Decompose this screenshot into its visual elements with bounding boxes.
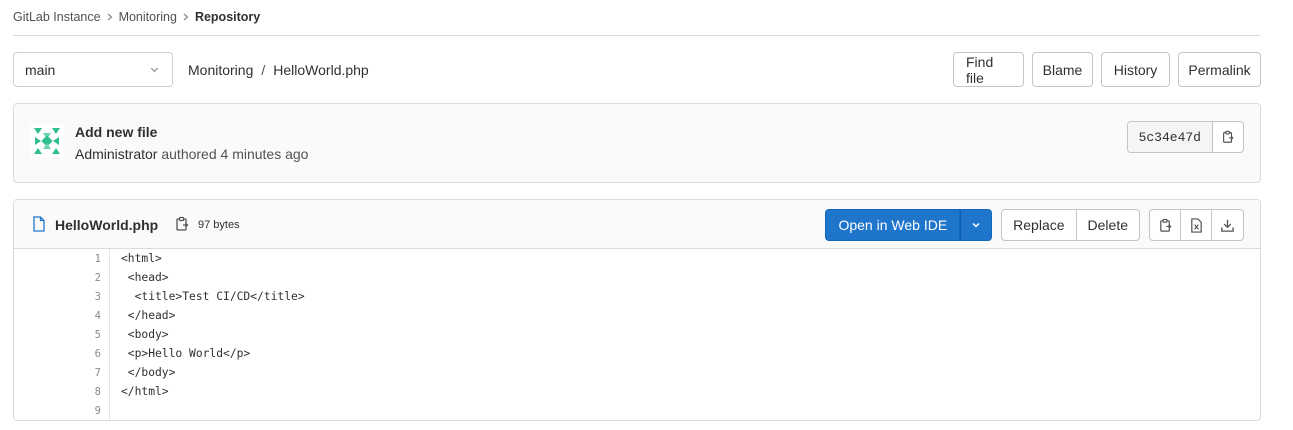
web-ide-split-button: Open in Web IDE — [825, 209, 993, 241]
download-button[interactable] — [1212, 210, 1243, 240]
file-size: 97 bytes — [198, 219, 240, 231]
open-raw-button[interactable] — [1181, 210, 1212, 240]
file-viewer: HelloWorld.php 97 bytes Open in Web IDE … — [13, 199, 1261, 421]
code-line: <html> — [121, 252, 162, 265]
code-line: <body> — [121, 328, 169, 341]
breadcrumb-item-monitoring[interactable]: Monitoring — [119, 10, 177, 24]
file-name: HelloWorld.php — [55, 217, 159, 233]
commit-sha-group: 5c34e47d — [1126, 121, 1244, 153]
line-number[interactable]: 4 — [71, 310, 101, 322]
blame-button[interactable]: Blame — [1032, 52, 1093, 87]
code-line: </body> — [121, 366, 176, 379]
line-number[interactable]: 1 — [71, 253, 101, 265]
breadcrumb-item-repository[interactable]: Repository — [195, 10, 260, 24]
document-code-icon — [1190, 217, 1202, 233]
line-number[interactable]: 5 — [71, 329, 101, 341]
file-utility-group — [1149, 209, 1244, 241]
line-number[interactable]: 2 — [71, 272, 101, 284]
path-project-link[interactable]: Monitoring — [188, 62, 253, 78]
copy-icon — [1159, 218, 1171, 232]
line-number[interactable]: 7 — [71, 367, 101, 379]
line-number[interactable]: 3 — [71, 291, 101, 303]
code-line: <p>Hello World</p> — [121, 347, 251, 360]
history-button[interactable]: History — [1101, 52, 1170, 87]
code-view: 1 2 3 4 5 6 7 8 9 <html> <head> <title>T… — [14, 249, 1260, 420]
breadcrumb: GitLab Instance Monitoring Repository — [13, 0, 1260, 36]
chevron-right-icon — [177, 10, 195, 24]
file-header: HelloWorld.php 97 bytes Open in Web IDE … — [14, 200, 1260, 249]
file-icon — [33, 216, 45, 232]
tree-controls: main Monitoring / HelloWorld.php Find fi… — [13, 52, 1261, 87]
code-line: <title>Test CI/CD</title> — [121, 290, 305, 303]
avatar[interactable] — [30, 124, 64, 158]
breadcrumb-item-gitlab-instance[interactable]: GitLab Instance — [13, 10, 101, 24]
copy-icon[interactable] — [174, 216, 190, 232]
line-number-gutter: 1 2 3 4 5 6 7 8 9 — [14, 249, 110, 420]
replace-button[interactable]: Replace — [1002, 210, 1077, 240]
code-line: </head> — [121, 309, 176, 322]
find-file-button[interactable]: Find file — [953, 52, 1024, 87]
last-commit-panel: Add new file Administrator authored 4 mi… — [13, 103, 1261, 183]
web-ide-dropdown-toggle[interactable] — [960, 209, 993, 241]
file-path: Monitoring / HelloWorld.php — [188, 52, 369, 87]
delete-button[interactable]: Delete — [1077, 210, 1139, 240]
commit-authored-time: authored 4 minutes ago — [161, 146, 309, 162]
code-line: <head> — [121, 271, 169, 284]
chevron-right-icon — [101, 10, 119, 24]
line-number[interactable]: 6 — [71, 348, 101, 360]
branch-selector[interactable]: main — [13, 52, 173, 87]
file-actions: Open in Web IDE Replace Delete — [825, 209, 1244, 241]
chevron-down-icon — [150, 67, 159, 73]
path-separator: / — [261, 61, 266, 78]
copy-contents-button[interactable] — [1150, 210, 1181, 240]
commit-title[interactable]: Add new file — [75, 124, 157, 140]
tree-actions: Find file Blame History Permalink — [953, 52, 1261, 87]
download-icon — [1221, 219, 1234, 232]
line-number[interactable]: 8 — [71, 386, 101, 398]
copy-icon — [1223, 130, 1234, 143]
open-web-ide-button[interactable]: Open in Web IDE — [825, 209, 961, 241]
copy-sha-button[interactable] — [1213, 122, 1243, 152]
path-file-name[interactable]: HelloWorld.php — [273, 62, 368, 78]
replace-delete-group: Replace Delete — [1001, 209, 1140, 241]
branch-selector-value: main — [25, 61, 56, 78]
commit-sha[interactable]: 5c34e47d — [1127, 122, 1213, 152]
line-number[interactable]: 9 — [71, 405, 101, 417]
code-line: </html> — [121, 385, 169, 398]
commit-author[interactable]: Administrator — [75, 146, 157, 162]
permalink-button[interactable]: Permalink — [1178, 52, 1261, 87]
commit-meta: Administrator authored 4 minutes ago — [75, 146, 308, 162]
chevron-down-icon — [972, 222, 980, 228]
